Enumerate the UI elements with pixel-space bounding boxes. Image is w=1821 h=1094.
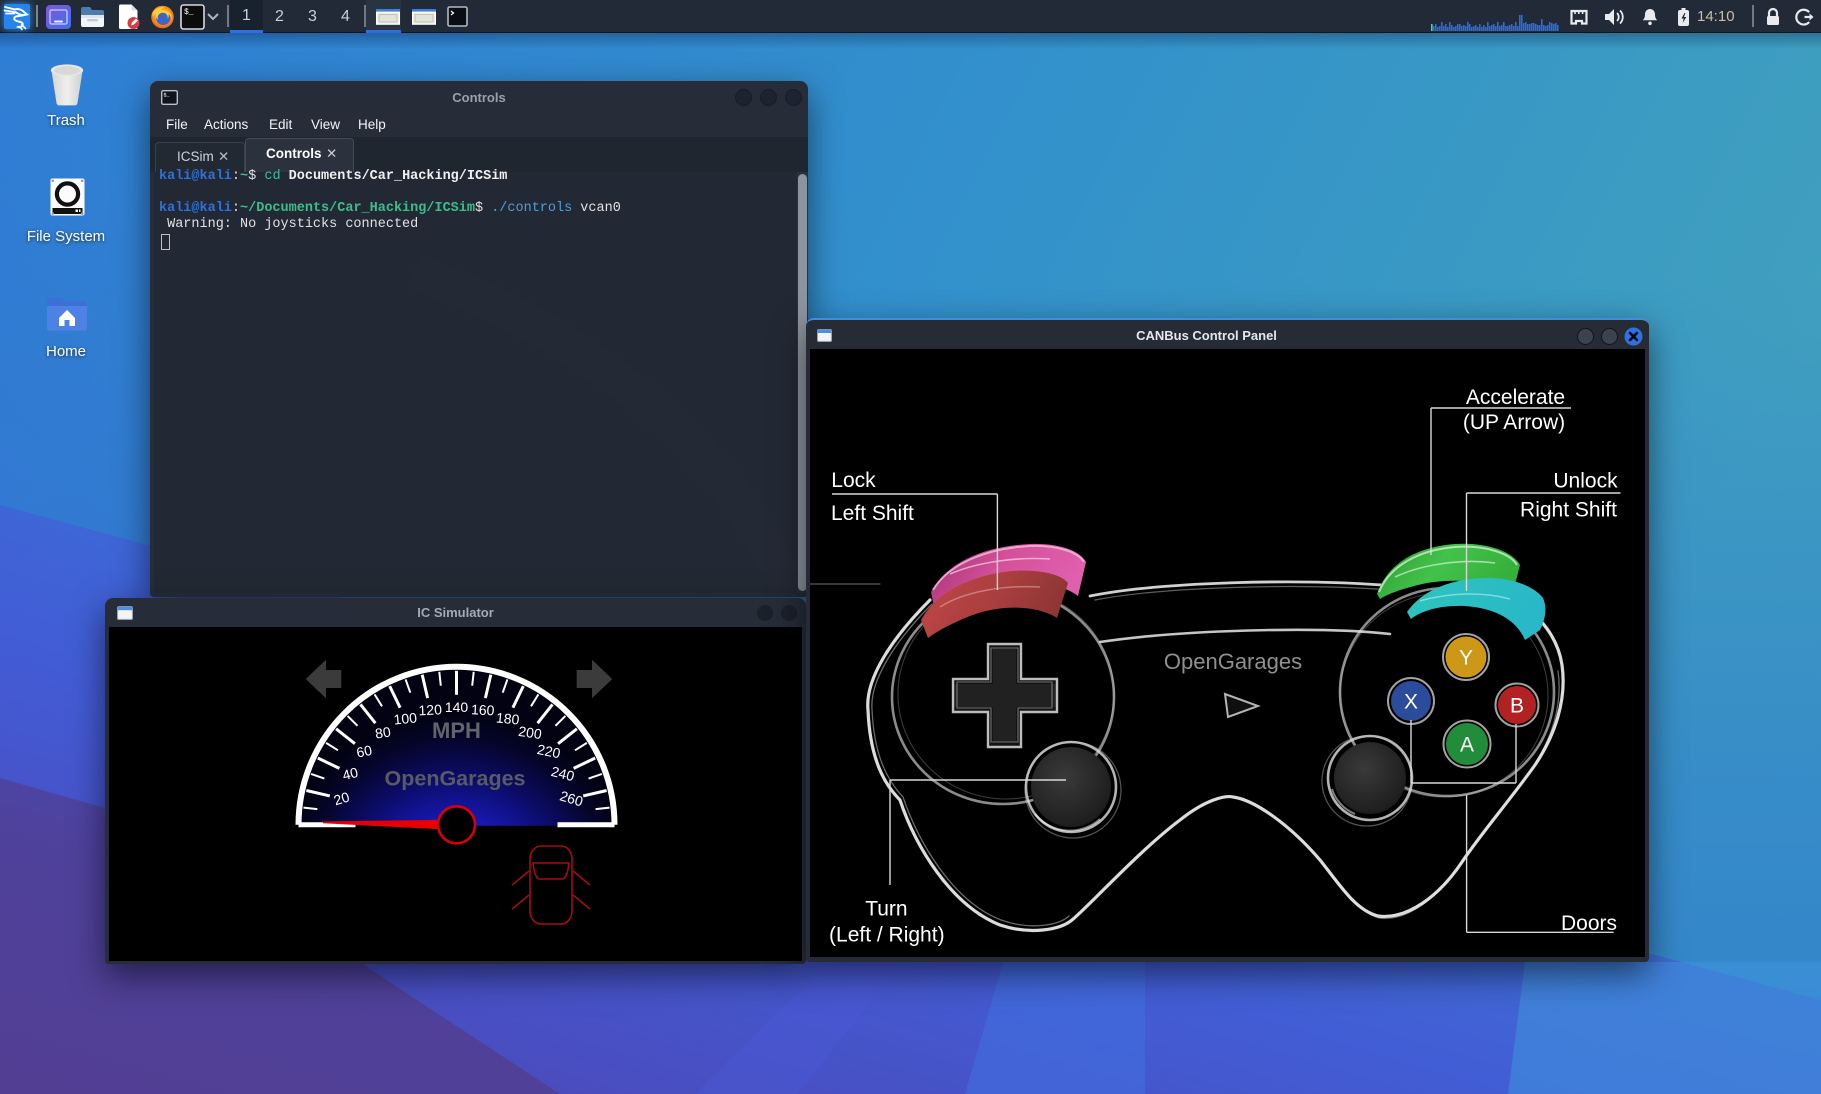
svg-text:OpenGarages: OpenGarages [1164, 649, 1302, 674]
svg-text:X: X [1404, 691, 1418, 714]
svg-text:Turn: Turn [865, 898, 907, 921]
svg-text:80: 80 [374, 723, 392, 741]
svg-text:140: 140 [445, 699, 469, 715]
svg-text:180: 180 [495, 709, 520, 727]
svg-text:100: 100 [393, 709, 418, 727]
svg-text:Lock: Lock [831, 469, 876, 492]
svg-text:Left Shift: Left Shift [831, 502, 914, 525]
svg-text:B: B [1510, 695, 1524, 718]
svg-text:60: 60 [355, 742, 374, 761]
svg-text:Right Shift: Right Shift [1520, 499, 1617, 522]
svg-text:(Left / Right): (Left / Right) [829, 924, 945, 947]
svg-text:Unlock: Unlock [1553, 470, 1618, 493]
svg-text:OpenGarages: OpenGarages [385, 767, 526, 791]
svg-text:MPH: MPH [432, 718, 481, 743]
svg-text:160: 160 [471, 701, 495, 718]
svg-text:A: A [1460, 734, 1474, 757]
svg-text:Accelerate: Accelerate [1466, 386, 1565, 409]
svg-text:$_: $_ [184, 8, 194, 17]
svg-text:(UP Arrow): (UP Arrow) [1463, 411, 1565, 434]
svg-text:Doors: Doors [1561, 912, 1617, 935]
svg-text:Y: Y [1459, 647, 1473, 670]
svg-text:120: 120 [418, 701, 442, 718]
